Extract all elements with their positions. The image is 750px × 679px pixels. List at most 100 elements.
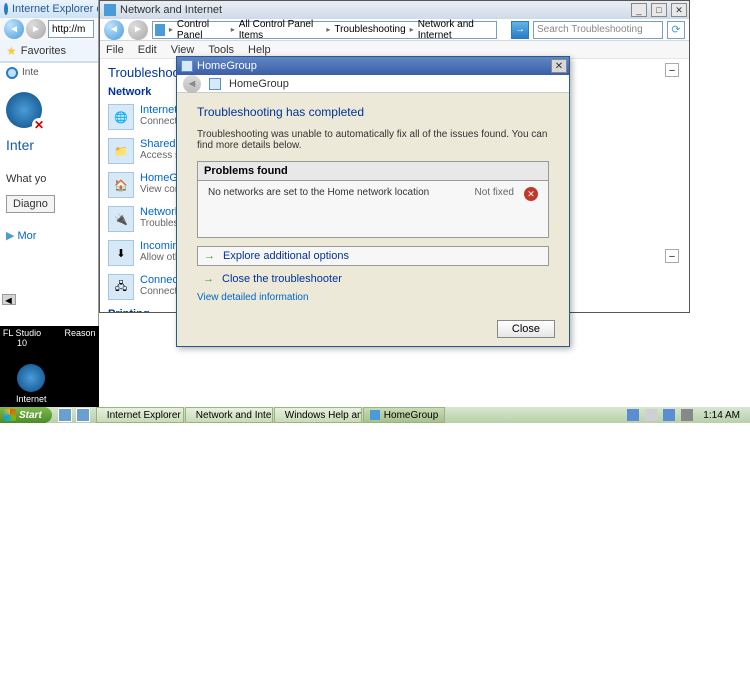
homegroup-icon: 🏠	[108, 172, 134, 198]
homegroup-dialog: HomeGroup ✕ ◄ HomeGroup Troubleshooting …	[176, 56, 570, 347]
maximize-button[interactable]: □	[651, 3, 667, 17]
control-panel-icon	[104, 4, 116, 16]
diagnose-button[interactable]: Diagno	[6, 195, 55, 213]
problems-found-box: Problems found No networks are set to th…	[197, 161, 549, 238]
menu-help[interactable]: Help	[248, 44, 271, 56]
chevron-right-icon: ▸	[231, 25, 235, 34]
close-button[interactable]: Close	[497, 320, 555, 338]
chevron-right-icon: ▸	[410, 25, 414, 34]
desktop-icon-flstudio[interactable]: FL Studio 10	[2, 328, 42, 348]
homegroup-icon	[181, 60, 193, 72]
clock[interactable]: 1:14 AM	[699, 410, 744, 421]
address-bar[interactable]: http://m	[48, 20, 94, 38]
error-icon: ✕	[524, 187, 538, 201]
window-controls: _ □ ✕	[630, 3, 687, 18]
task-ie[interactable]: Internet Explorer c...	[96, 407, 184, 423]
back-button[interactable]: ◄	[183, 75, 201, 93]
task-help[interactable]: Windows Help and...	[274, 407, 362, 423]
crumb-all-items[interactable]: All Control Panel Items	[239, 19, 323, 41]
tray-icon[interactable]	[627, 409, 639, 421]
close-troubleshooter-button[interactable]: → Close the troubleshooter	[197, 270, 549, 288]
task-homegroup[interactable]: HomeGroup	[363, 407, 445, 423]
control-panel-icon	[155, 24, 165, 36]
close-button[interactable]: ✕	[551, 59, 567, 73]
tray-icon[interactable]	[681, 409, 693, 421]
dialog-heading: Troubleshooting has completed	[197, 105, 549, 119]
back-button[interactable]: ◄	[4, 19, 24, 39]
crumb-control-panel[interactable]: Control Panel	[177, 19, 227, 41]
windows-logo-icon	[4, 409, 16, 421]
forward-button[interactable]: ►	[26, 19, 46, 39]
ie-body: Inter What yo Diagno ▶ Mor	[0, 82, 98, 252]
desktop: FL Studio 10 Reason Internet	[0, 326, 99, 407]
problem-row: No networks are set to the Home network …	[198, 181, 548, 237]
system-tray: 1:14 AM	[621, 409, 750, 421]
explore-options-button[interactable]: → Explore additional options	[197, 246, 549, 266]
incoming-icon: ⬇	[108, 240, 134, 266]
refresh-button[interactable]: ⟳	[667, 21, 685, 39]
menu-file[interactable]: File	[106, 44, 124, 56]
forward-button[interactable]: ►	[128, 20, 148, 40]
quick-launch	[58, 408, 90, 422]
desktop-icon-ie[interactable]: Internet	[16, 364, 47, 404]
view-detailed-link[interactable]: View detailed information	[197, 292, 549, 303]
dialog-footer: Close	[497, 320, 555, 338]
menu-view[interactable]: View	[171, 44, 195, 56]
chevron-right-icon: ▸	[326, 25, 330, 34]
folder-icon: 📁	[108, 138, 134, 164]
problems-found-header: Problems found	[198, 162, 548, 181]
chevron-right-icon: ▸	[169, 25, 173, 34]
scroll-left-button[interactable]: ◄	[2, 294, 16, 305]
search-input[interactable]: Search Troubleshooting	[533, 21, 663, 39]
dialog-crumb: HomeGroup	[229, 78, 289, 90]
window-title: Network and Internet	[120, 4, 222, 16]
favorites-label: Favorites	[21, 45, 66, 57]
ie-logo-icon	[17, 364, 45, 392]
dialog-title: HomeGroup	[197, 60, 257, 72]
crumb-troubleshooting[interactable]: Troubleshooting	[334, 24, 405, 35]
globe-error-icon	[6, 92, 42, 128]
dialog-body: Troubleshooting has completed Troublesho…	[177, 93, 569, 311]
taskbar: Start Internet Explorer c... Network and…	[0, 407, 750, 423]
favorites-bar[interactable]: ★ Favorites	[0, 40, 98, 62]
problem-status: Not fixed	[475, 187, 514, 198]
task-buttons: Internet Explorer c... Network and Inter…	[96, 407, 622, 423]
collapse-button[interactable]: –	[665, 63, 679, 77]
ie-title-text: Internet Explorer can	[12, 3, 98, 15]
more-info-link[interactable]: Mor	[18, 230, 37, 242]
dialog-header: ◄ HomeGroup	[177, 75, 569, 93]
desktop-icon-reason[interactable]: Reason	[60, 328, 100, 348]
dialog-description: Troubleshooting was unable to automatica…	[197, 129, 549, 151]
collapse-button[interactable]: –	[665, 249, 679, 263]
adapter-icon: 🔌	[108, 206, 134, 232]
network-icon: 🌐	[108, 104, 134, 130]
tray-icon[interactable]	[645, 409, 657, 421]
crumb-network-internet[interactable]: Network and Internet	[418, 19, 494, 41]
menu-edit[interactable]: Edit	[138, 44, 157, 56]
ie-icon	[4, 3, 8, 15]
menu-tools[interactable]: Tools	[208, 44, 234, 56]
minimize-button[interactable]: _	[631, 3, 647, 17]
tray-icon[interactable]	[663, 409, 675, 421]
task-network[interactable]: Network and Inter...	[185, 407, 273, 423]
dialog-title-bar: HomeGroup ✕	[177, 57, 569, 75]
breadcrumb[interactable]: ▸ Control Panel ▸ All Control Panel Item…	[152, 21, 497, 39]
arrow-right-icon: →	[203, 273, 214, 285]
star-icon: ★	[6, 44, 17, 58]
ql-icon[interactable]	[58, 408, 72, 422]
address-row: ◄ ► ▸ Control Panel ▸ All Control Panel …	[100, 19, 689, 41]
start-button[interactable]: Start	[0, 407, 52, 423]
back-button[interactable]: ◄	[104, 20, 124, 40]
homegroup-icon	[209, 78, 221, 90]
homegroup-icon	[370, 410, 380, 420]
arrow-right-icon: →	[204, 250, 215, 262]
ie-tab[interactable]: Inte	[0, 62, 98, 82]
ie-heading: Inter	[6, 137, 92, 153]
window-title-bar: Network and Internet _ □ ✕	[100, 1, 689, 19]
ie-body-text: What yo	[6, 173, 92, 185]
close-button[interactable]: ✕	[671, 3, 687, 17]
go-button[interactable]: →	[511, 21, 529, 39]
ie-tab-label: Inte	[22, 67, 39, 78]
workplace-icon: 🖧	[108, 274, 134, 300]
ql-icon[interactable]	[76, 408, 90, 422]
